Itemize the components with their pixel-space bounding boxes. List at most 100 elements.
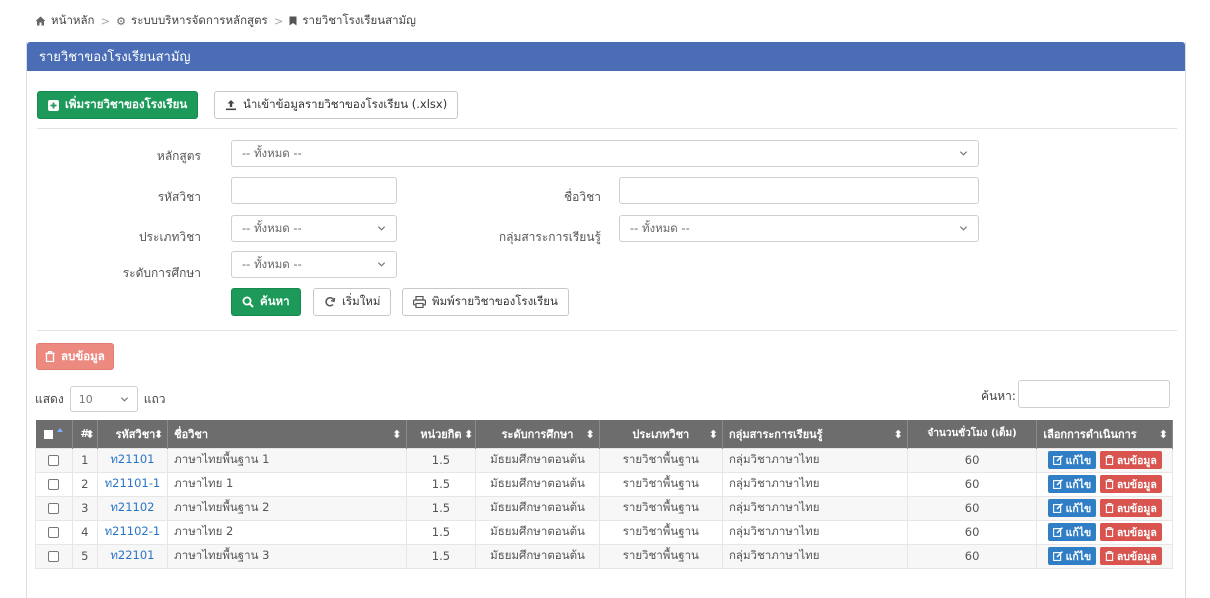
row-select-cell <box>35 543 73 569</box>
credit-cell: 1.5 <box>405 519 477 545</box>
bulk-delete-label: ลบข้อมูล <box>61 348 105 363</box>
sort-icon: ⬍ <box>153 428 164 441</box>
chevron-down-icon <box>377 226 386 231</box>
edit-button[interactable]: แก้ไข <box>1047 475 1097 493</box>
subject-code-link[interactable]: ท21101-1 <box>105 476 161 490</box>
credit-cell: 1.5 <box>405 447 477 473</box>
row-checkbox[interactable] <box>48 527 60 538</box>
subject-name-label: ชื่อวิชา <box>564 190 601 204</box>
row-checkbox[interactable] <box>48 503 60 514</box>
education-level-select-value: -- ทั้งหมด -- <box>242 256 302 271</box>
page-length-value: 10 <box>78 392 93 406</box>
delete-button-label: ลบข้อมูล <box>1116 526 1157 539</box>
subject-type-select[interactable]: -- ทั้งหมด -- <box>231 215 397 242</box>
learning-group-cell: กลุ่มวิชาภาษาไทย <box>721 495 908 521</box>
hours-cell: 60 <box>906 519 1038 545</box>
subject-type-cell: รายวิชาพื้นฐาน <box>598 543 723 569</box>
chevron-down-icon <box>959 151 968 156</box>
row-checkbox[interactable] <box>48 551 60 562</box>
search-button[interactable]: ค้นหา <box>231 288 301 316</box>
curriculum-label: หลักสูตร <box>156 149 201 163</box>
edit-button[interactable]: แก้ไข <box>1047 523 1097 541</box>
hours-cell: 60 <box>906 471 1038 497</box>
add-subject-label: เพิ่มรายวิชาของโรงเรียน <box>65 97 188 111</box>
learning-group-cell: กลุ่มวิชาภาษาไทย <box>721 471 908 497</box>
edit-button[interactable]: แก้ไข <box>1047 451 1097 469</box>
delete-button[interactable]: ลบข้อมูล <box>1099 547 1162 565</box>
breadcrumb-home-label: หน้าหลัก <box>51 13 95 27</box>
credit-cell: 1.5 <box>405 543 477 569</box>
subject-type-label: ประเภทวิชา <box>138 230 201 244</box>
page-length-control: แสดง 10 แถว <box>35 386 165 412</box>
import-xlsx-button[interactable]: นำเข้าข้อมูลรายวิชาของโรงเรียน (.xlsx) <box>214 91 459 119</box>
breadcrumb-home[interactable]: หน้าหลัก <box>35 12 95 30</box>
col-subject-type[interactable]: ประเภทวิชา ⬍ <box>599 420 723 448</box>
trash-icon <box>1105 551 1114 561</box>
table-search-input[interactable] <box>1018 380 1170 408</box>
subject-name-input[interactable] <box>619 177 979 204</box>
breadcrumb-system[interactable]: ⚙ ระบบบริหารจัดการหลักสูตร <box>116 12 268 30</box>
col-actions[interactable]: เลือกการดำเนินการ ⬍ <box>1036 420 1173 448</box>
subject-code-link[interactable]: ท22101 <box>110 548 154 562</box>
col-education-level[interactable]: ระดับการศึกษา ⬍ <box>475 420 600 448</box>
trash-icon <box>1105 479 1114 489</box>
actions-cell: แก้ไข ลบข้อมูล <box>1036 543 1173 569</box>
col-credit[interactable]: หน่วยกิต ⬍ <box>406 420 477 448</box>
add-subject-button[interactable]: เพิ่มรายวิชาของโรงเรียน <box>37 91 199 119</box>
delete-button[interactable]: ลบข้อมูล <box>1099 451 1162 469</box>
col-hours[interactable]: จำนวนชั่วโมง (เต็ม) <box>907 420 1038 448</box>
rows-label: แถว <box>143 391 166 406</box>
select-all-header[interactable] <box>35 420 73 448</box>
home-icon <box>35 16 46 26</box>
print-subjects-button[interactable]: พิมพ์รายวิชาของโรงเรียน <box>402 288 569 316</box>
curriculum-select[interactable]: -- ทั้งหมด -- <box>231 140 979 167</box>
bulk-delete-button[interactable]: ลบข้อมูล <box>36 343 114 370</box>
col-credit-label: หน่วยกิต <box>420 427 462 441</box>
row-select-cell <box>35 447 73 473</box>
trash-icon <box>1105 503 1114 513</box>
col-subject-name-label: ชื่อวิชา <box>174 427 209 441</box>
learning-group-select-value: -- ทั้งหมด -- <box>630 220 690 235</box>
delete-button[interactable]: ลบข้อมูล <box>1099 475 1162 493</box>
row-checkbox[interactable] <box>48 479 60 490</box>
col-hours-label: จำนวนชั่วโมง (เต็ม) <box>927 428 1017 440</box>
col-subject-name[interactable]: ชื่อวิชา ⬍ <box>167 420 407 448</box>
select-all-checkbox[interactable] <box>44 429 54 439</box>
chevron-down-icon <box>959 226 968 231</box>
delete-button-label: ลบข้อมูล <box>1116 550 1157 563</box>
edit-button[interactable]: แก้ไข <box>1047 547 1097 565</box>
sort-icon: ⬍ <box>708 428 718 441</box>
delete-button[interactable]: ลบข้อมูล <box>1099 523 1162 541</box>
col-number[interactable]: # ⬍ <box>72 420 98 448</box>
actions-cell: แก้ไข ลบข้อมูล <box>1036 519 1173 545</box>
education-level-cell: มัธยมศึกษาตอนต้น <box>475 447 600 473</box>
breadcrumb-separator-icon: > <box>100 14 111 28</box>
subject-code-cell: ท21102-1 <box>96 519 169 545</box>
sort-up-icon <box>57 428 64 433</box>
education-level-cell: มัธยมศึกษาตอนต้น <box>475 519 600 545</box>
table-row: 1 ท21101 ภาษาไทยพื้นฐาน 1 1.5 มัธยมศึกษาตอนต… <box>35 447 1173 473</box>
breadcrumb-current: รายวิชาโรงเรียนสามัญ <box>289 12 416 30</box>
learning-group-select[interactable]: -- ทั้งหมด -- <box>619 215 979 242</box>
subject-code-link[interactable]: ท21102-1 <box>105 524 161 538</box>
sort-icon: ⬍ <box>585 428 595 441</box>
breadcrumb-system-label: ระบบบริหารจัดการหลักสูตร <box>131 13 268 27</box>
col-learning-group[interactable]: กลุ่มสาระการเรียนรู้ ⬍ <box>722 420 908 448</box>
edit-icon <box>1052 479 1063 489</box>
subject-code-link[interactable]: ท21101 <box>110 452 154 466</box>
row-checkbox[interactable] <box>48 455 60 466</box>
breadcrumb-current-label: รายวิชาโรงเรียนสามัญ <box>302 13 416 27</box>
col-subject-code[interactable]: รหัสวิชา ⬍ <box>97 420 169 448</box>
subject-code-input[interactable] <box>231 177 397 204</box>
subject-code-link[interactable]: ท21102 <box>110 500 154 514</box>
page-length-select[interactable]: 10 <box>69 386 138 412</box>
reset-button[interactable]: เริ่มใหม่ <box>313 288 392 316</box>
col-subject-type-label: ประเภทวิชา <box>632 427 690 441</box>
hours-cell: 60 <box>906 543 1038 569</box>
delete-button[interactable]: ลบข้อมูล <box>1099 499 1162 517</box>
education-level-select[interactable]: -- ทั้งหมด -- <box>231 251 397 278</box>
actions-cell: แก้ไข ลบข้อมูล <box>1036 471 1173 497</box>
sort-icon: ⬍ <box>85 428 95 441</box>
edit-button[interactable]: แก้ไข <box>1047 499 1097 517</box>
subject-code-cell: ท21101 <box>96 447 169 473</box>
